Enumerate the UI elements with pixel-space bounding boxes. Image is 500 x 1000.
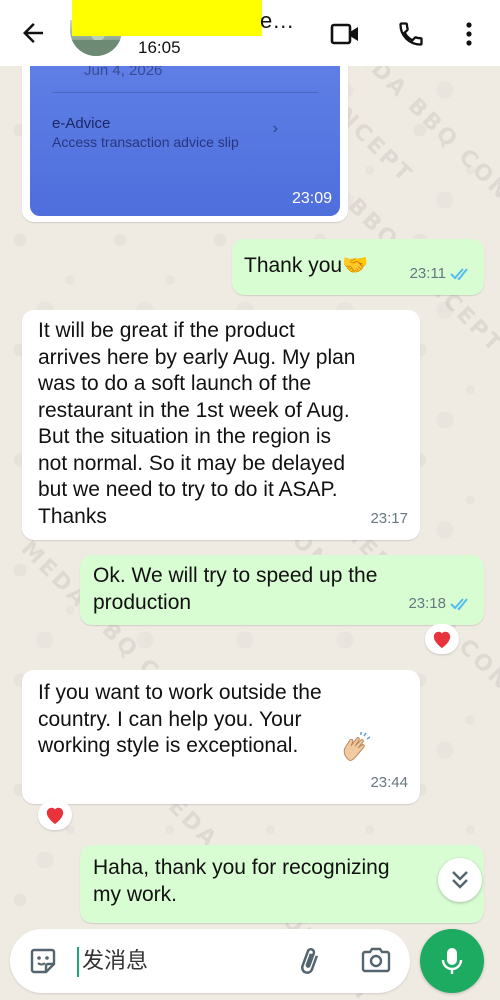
screenshot-image[interactable]: Jun 4, 2026 e-Advice Access transaction …	[30, 62, 340, 216]
camera-icon[interactable]	[360, 946, 392, 976]
message-meta: 23:17	[370, 506, 408, 533]
message-meta: 23:44	[370, 770, 408, 797]
phone-icon[interactable]	[394, 17, 428, 51]
back-arrow-icon[interactable]	[18, 18, 48, 48]
image-message[interactable]: Jun 4, 2026 e-Advice Access transaction …	[22, 62, 348, 222]
clapping-hands-icon	[340, 732, 372, 764]
image-divider	[52, 92, 318, 93]
sticker-icon[interactable]	[28, 946, 58, 976]
message-time: 23:11	[409, 264, 446, 282]
outgoing-message[interactable]: Thank you🤝 23:11	[232, 239, 484, 295]
message-text: It will be great if the product arrives …	[38, 319, 356, 528]
more-options-icon[interactable]	[455, 17, 483, 51]
message-text: Haha, thank you for recognizing my work.	[93, 856, 390, 906]
outgoing-message[interactable]: Ok. We will try to speed up the producti…	[80, 555, 484, 625]
message-time: 23:17	[370, 509, 408, 527]
last-seen-time: 16:05	[138, 38, 181, 57]
double-check-icon	[450, 598, 468, 611]
message-meta: 23:11	[410, 261, 472, 288]
message-meta: 23:18	[408, 591, 472, 618]
message-text: Thank you🤝	[244, 254, 369, 277]
reaction-badge[interactable]	[38, 800, 72, 830]
message-time: 23:44	[370, 773, 408, 791]
image-subtitle-text: Access transaction advice slip	[52, 134, 239, 150]
message-text: Ok. We will try to speed up the producti…	[93, 564, 378, 614]
message-time: 23:18	[408, 594, 446, 612]
message-text: If you want to work outside the country.…	[38, 681, 322, 757]
image-title-text: e-Advice	[52, 115, 111, 132]
video-call-icon[interactable]	[328, 17, 362, 51]
scroll-down-button[interactable]	[438, 858, 482, 902]
message-time: 23:09	[291, 190, 332, 207]
reaction-badge[interactable]	[425, 624, 459, 654]
message-input[interactable]	[82, 941, 282, 981]
outgoing-message[interactable]: Haha, thank you for recognizing my work.	[80, 845, 484, 923]
heart-icon	[46, 807, 64, 825]
attachment-icon[interactable]	[294, 946, 324, 976]
heart-icon	[433, 631, 451, 649]
microphone-button[interactable]	[420, 929, 484, 993]
chevron-right-icon: ›	[272, 120, 278, 137]
microphone-icon	[441, 948, 463, 974]
contact-name[interactable]: e…	[260, 8, 294, 34]
message-composer	[10, 929, 410, 993]
text-caret	[77, 947, 79, 977]
incoming-message[interactable]: If you want to work outside the country.…	[22, 670, 420, 804]
incoming-message[interactable]: It will be great if the product arrives …	[22, 310, 420, 540]
double-chevron-down-icon	[452, 871, 468, 889]
double-check-icon	[450, 268, 468, 281]
chat-header: e… 16:05	[0, 0, 500, 66]
redaction-highlight	[72, 0, 262, 36]
